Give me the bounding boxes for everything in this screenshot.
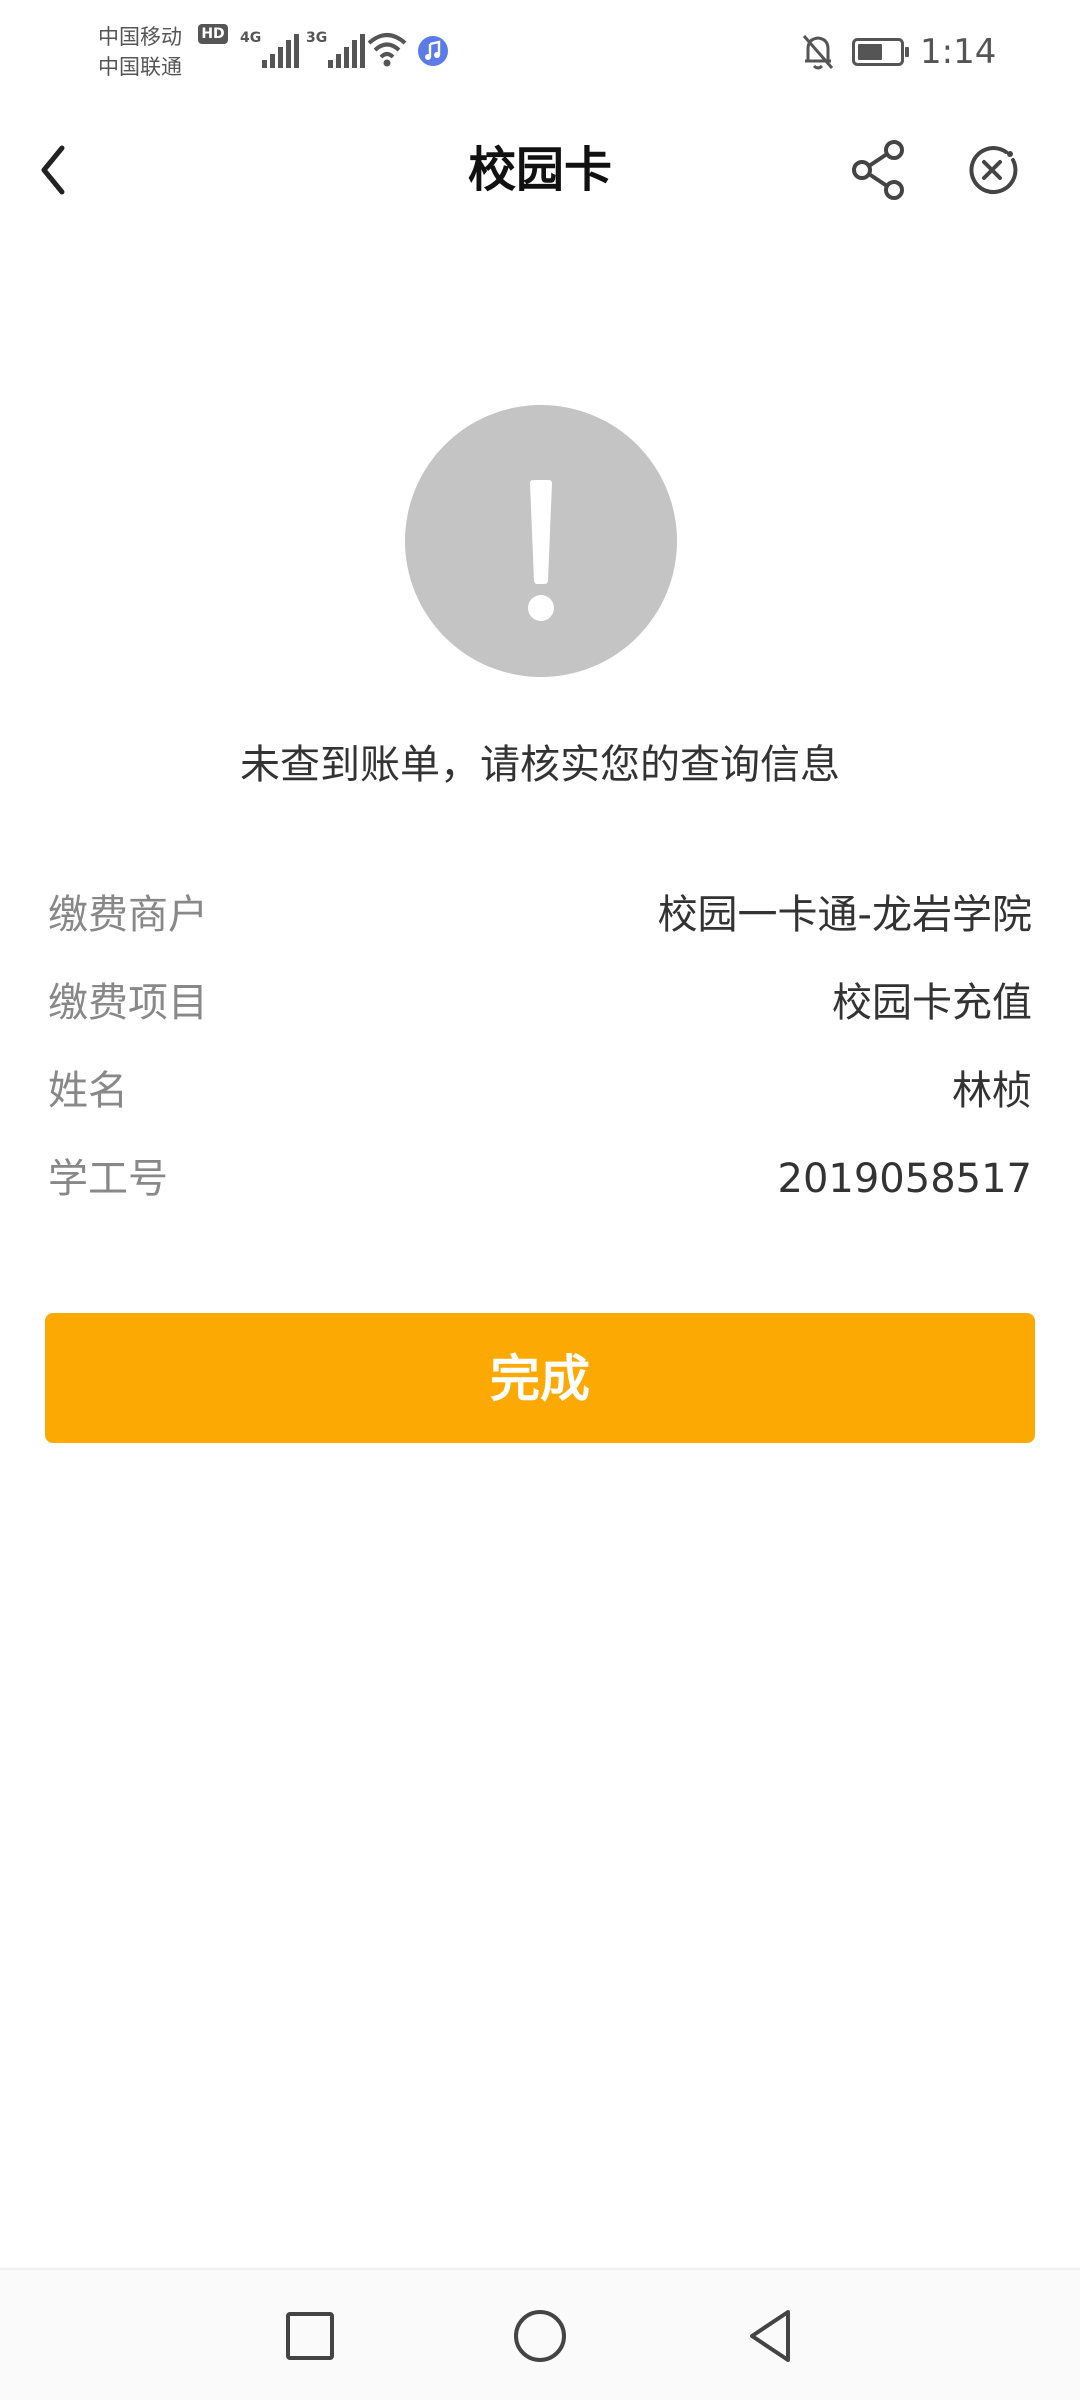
status-bar: 中国移动 中国联通 HD 4G 3G 1:14 [0,0,1080,100]
share-icon [852,140,904,200]
back-arrow-icon [41,145,65,195]
result-message: 未查到账单，请核实您的查询信息 [240,742,840,788]
recent-apps-icon [286,2312,334,2360]
info-list: 缴费商户 校园一卡通-龙岩学院 缴费项目 校园卡充值 姓名 林桢 学工号 201… [48,880,1032,1232]
system-nav-bar [0,2268,1080,2400]
signal-icon [328,34,365,68]
close-mini-program-button[interactable] [956,132,1028,208]
back-triangle-icon [750,2310,790,2362]
signal-icon [262,34,299,68]
home-icon [514,2310,566,2362]
page-title: 校园卡 [467,142,612,198]
back-button[interactable] [30,132,100,208]
recent-apps-button[interactable] [270,2296,350,2376]
alert-circle [405,405,677,677]
info-value: 校园一卡通-龙岩学院 [657,892,1032,938]
home-button[interactable] [500,2296,580,2376]
carrier-2: 中国联通 [98,55,182,79]
hd-badge: HD [198,24,228,44]
info-label: 学工号 [48,1156,168,1202]
info-value: 校园卡充值 [832,980,1032,1026]
music-icon [418,36,448,66]
info-value: 林桢 [952,1068,1032,1114]
network-label-4g: 4G [240,30,262,46]
network-label-3g: 3G [306,30,328,46]
close-circle-icon [969,146,1018,195]
info-label: 缴费项目 [48,980,208,1026]
info-row-name: 姓名 林桢 [48,1056,1032,1144]
info-label: 缴费商户 [48,892,208,938]
info-row-merchant: 缴费商户 校园一卡通-龙岩学院 [48,880,1032,968]
info-row-student-id: 学工号 2019058517 [48,1144,1032,1232]
status-time: 1:14 [920,32,997,72]
battery-icon [852,38,909,66]
done-button[interactable]: 完成 [45,1313,1035,1443]
info-label: 姓名 [48,1068,128,1114]
carrier-info: 中国移动 中国联通 [98,22,182,82]
system-back-button[interactable] [730,2296,810,2376]
info-value: 2019058517 [777,1156,1033,1202]
bell-off-icon [802,35,834,70]
info-row-item: 缴费项目 校园卡充值 [48,968,1032,1056]
wifi-icon [367,33,407,67]
nav-bar: 校园卡 [0,110,1080,230]
exclamation-icon [528,480,554,621]
screen: 中国移动 中国联通 HD 4G 3G 1:14 校园卡 未查到账单，请核实您的查… [0,0,1080,2400]
carrier-1: 中国移动 [98,25,182,49]
share-button[interactable] [842,132,914,208]
